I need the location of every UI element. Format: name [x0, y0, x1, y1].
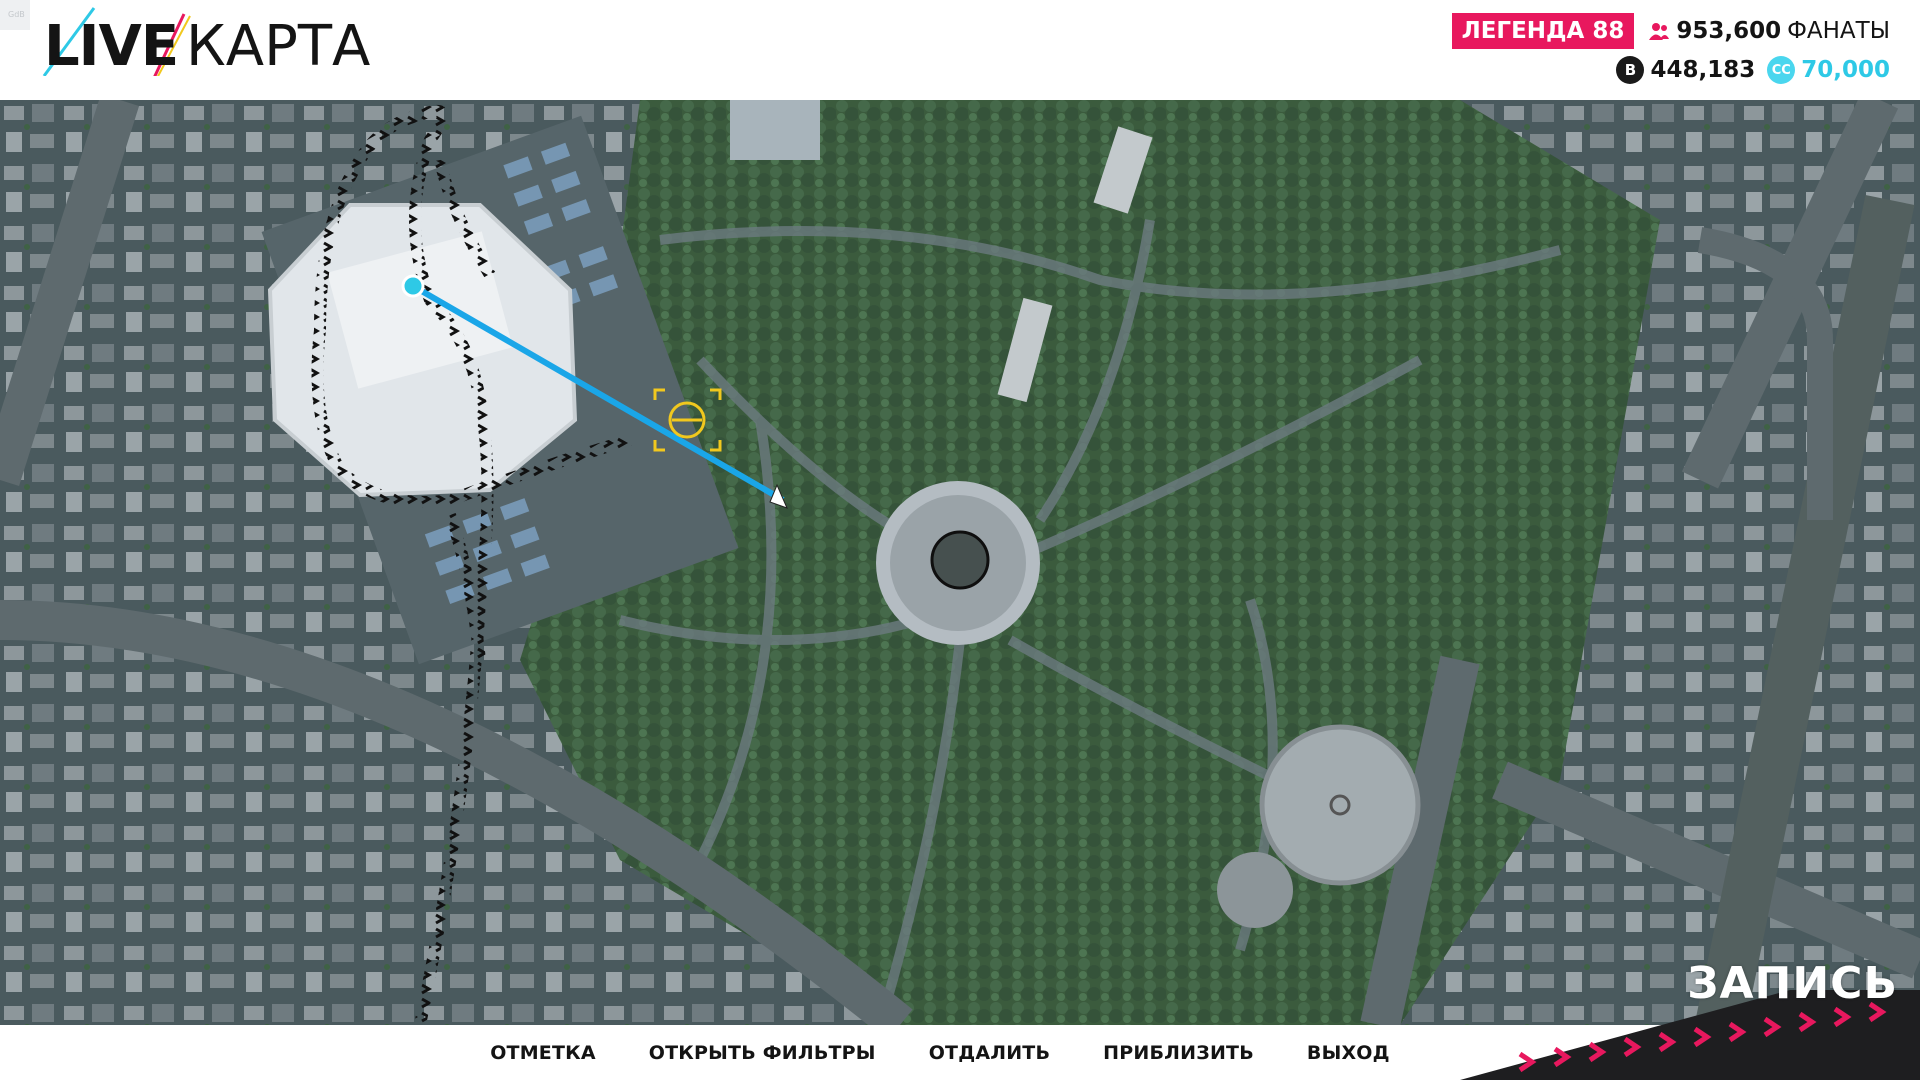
stats-row-bottom: B 448,183 CC 70,000	[1616, 54, 1890, 86]
mark-button[interactable]: ОТМЕТКА	[490, 1042, 596, 1064]
fans-icon	[1649, 23, 1670, 40]
exit-button[interactable]: ВЫХОД	[1307, 1042, 1390, 1064]
world-map[interactable]	[0, 100, 1920, 1025]
credit-coin-icon: B	[1616, 56, 1645, 84]
corner-tag: GdB	[0, 0, 30, 30]
fans-label: ФАНАТЫ	[1787, 18, 1890, 44]
credits-counter: B 448,183	[1616, 56, 1755, 84]
cc-coin-icon: CC	[1767, 56, 1796, 84]
livemap-logo: LIVE КАРТА	[42, 7, 384, 84]
fans-value: 953,600	[1676, 18, 1782, 44]
logo-live-text: LIVE	[44, 14, 179, 79]
zoom-in-button[interactable]: ПРИБЛИЗИТЬ	[1103, 1042, 1254, 1064]
monument-statue	[930, 530, 990, 590]
credits-value: 448,183	[1650, 57, 1756, 83]
top-bar: GdB LIVE КАРТА ЛЕГЕНДА 88 953,600 ФАНАТЫ…	[0, 0, 1920, 100]
map-canvas[interactable]	[0, 100, 1920, 1025]
recording-label: ЗАПИСЬ	[1687, 958, 1898, 1009]
destination-marker-icon[interactable]	[401, 274, 425, 298]
small-tower	[1217, 852, 1293, 928]
logo-map-text: КАРТА	[186, 14, 371, 79]
cc-counter: CC 70,000	[1767, 56, 1890, 84]
legend-badge: ЛЕГЕНДА 88	[1451, 13, 1635, 49]
zoom-out-button[interactable]: ОТДАЛИТЬ	[929, 1042, 1050, 1064]
building-north	[730, 100, 820, 160]
fans-counter: 953,600 ФАНАТЫ	[1648, 18, 1890, 44]
cc-value: 70,000	[1801, 57, 1890, 83]
stats-row-top: ЛЕГЕНДА 88 953,600 ФАНАТЫ	[1451, 13, 1890, 49]
open-filters-button[interactable]: ОТКРЫТЬ ФИЛЬТРЫ	[649, 1042, 876, 1064]
round-tower	[1259, 724, 1421, 886]
